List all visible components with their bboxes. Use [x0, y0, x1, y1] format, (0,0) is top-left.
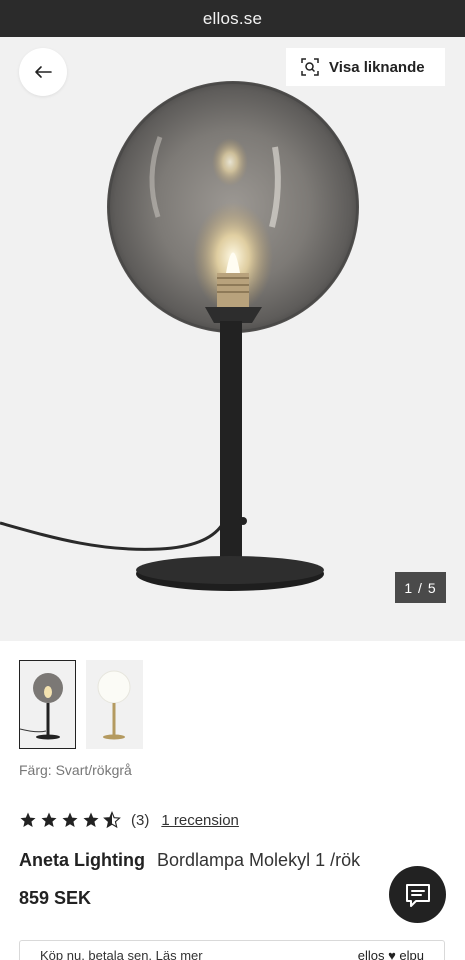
star-icon	[41, 812, 57, 827]
chat-button[interactable]	[389, 866, 446, 923]
arrow-left-icon	[35, 66, 52, 78]
color-label: Färg:	[19, 762, 52, 778]
rating-row: (3) 1 recension	[19, 811, 239, 829]
rating-count: (3)	[131, 811, 150, 829]
thumbnail-brass-opal[interactable]	[86, 660, 143, 749]
thumbnail-image	[20, 673, 63, 740]
star-icon	[62, 812, 78, 827]
product-image	[0, 81, 359, 591]
star-icon	[83, 812, 99, 827]
visual-search-icon	[301, 58, 319, 76]
product-name: Bordlampa Molekyl 1 /rök	[157, 850, 361, 870]
thumbnail-image	[97, 670, 131, 740]
payment-info-box[interactable]: Köp nu, betala sen. Läs mer ellos ♥ elpu	[19, 940, 445, 960]
show-similar-label: Visa liknande	[329, 58, 425, 76]
show-similar-button[interactable]: Visa liknande	[286, 48, 445, 86]
star-rating	[19, 811, 121, 829]
product-brand[interactable]: Aneta Lighting	[19, 850, 145, 870]
color-info: Färg: Svart/rökgrå	[19, 762, 132, 778]
product-title: Aneta Lighting Bordlampa Molekyl 1 /rök	[19, 850, 360, 871]
thumbnail-black-smoke[interactable]	[19, 660, 76, 749]
product-image-gallery[interactable]: Visa liknande 1 / 5	[0, 37, 465, 641]
color-value: Svart/rökgrå	[55, 762, 132, 778]
star-icon	[20, 812, 36, 827]
url-text: ellos.se	[202, 8, 263, 28]
payment-text: Köp nu, betala sen. Läs mer	[40, 948, 203, 960]
product-price: 859 SEK	[19, 888, 92, 908]
image-counter: 1 / 5	[395, 572, 446, 603]
half-star-icon	[103, 811, 121, 829]
chat-icon	[405, 883, 430, 907]
payment-brand: ellos ♥ elpu	[357, 948, 424, 960]
back-button[interactable]	[19, 48, 67, 96]
reviews-link[interactable]: 1 recension	[161, 812, 239, 829]
browser-url-bar[interactable]: ellos.se	[0, 0, 465, 37]
